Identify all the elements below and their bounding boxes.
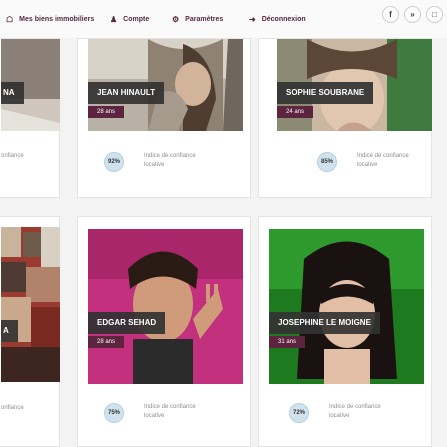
confidence-label: Indice de confiance locative [357, 153, 409, 168]
nav-logout-label: Déconnexion [261, 16, 306, 23]
tenant-name-partial: NA [1, 82, 24, 104]
confidence-badge: 72% [289, 403, 309, 423]
facebook-icon[interactable]: f [382, 6, 399, 23]
tenant-name: JOSEPHINE LE MOIGNE [269, 312, 380, 334]
tenant-card-edgar-sehad[interactable]: EDGAR SEHAD 28 ans 75% Indice de confian… [77, 216, 251, 447]
tenant-name: SOPHIE SOUBRANE [277, 82, 374, 104]
tenant-age: 31 ans [269, 336, 306, 348]
tenant-age: 28 ans [88, 336, 125, 348]
confidence-label: onfiance [1, 405, 24, 411]
tenant-card-partial-1[interactable]: NA onfiance [0, 38, 60, 198]
confidence-badge: 75% [104, 403, 124, 423]
nav-properties-label: Mes biens immobiliers [19, 16, 95, 23]
tenant-photo [88, 229, 243, 384]
tenant-card-josephine-le-moigne[interactable]: JOSEPHINE LE MOIGNE 31 ans 72% Indice de… [258, 216, 432, 447]
tenant-age: 24 ans [277, 106, 314, 118]
home-icon: ☖ [6, 15, 14, 24]
nav-logout[interactable]: ➜ Déconnexion [249, 15, 306, 24]
tenant-card-jean-hinault[interactable]: JEAN HINAULT 28 ans 92% Indice de confia… [77, 38, 251, 198]
confidence-badge: 92% [104, 152, 124, 172]
nav-settings-label: Paramètres [185, 16, 224, 23]
confidence-label: Indice de confiance locative [144, 404, 196, 419]
tenant-name: EDGAR SEHAD [88, 312, 166, 334]
gears-icon: ⚙ [172, 15, 180, 24]
user-icon: ♟ [110, 15, 118, 24]
confidence-label: Indice de confiance locative [329, 404, 381, 419]
tenant-card-sophie-soubrane[interactable]: SOPHIE SOUBRANE 24 ans 85% Indice de con… [258, 38, 432, 198]
confidence-label: onfiance [1, 153, 24, 159]
nav-account-label: Compte [123, 16, 150, 23]
logout-icon: ➜ [249, 15, 256, 24]
top-navigation: ☖ Mes biens immobiliers ♟ Compte ⚙ Param… [0, 0, 447, 38]
tenant-photo [1, 227, 60, 382]
linkedin-icon[interactable]: □ [426, 6, 443, 23]
nav-properties[interactable]: ☖ Mes biens immobiliers [6, 15, 94, 24]
tenant-card-partial-2[interactable]: A onfiance [0, 216, 60, 447]
confidence-badge: 85% [317, 152, 337, 172]
tenant-name: JEAN HINAULT [88, 82, 165, 104]
nav-settings[interactable]: ⚙ Paramètres [172, 15, 223, 24]
tenant-photo [269, 229, 424, 384]
tenant-age: 28 ans [88, 106, 125, 118]
twitter-icon[interactable]: » [404, 6, 421, 23]
nav-account[interactable]: ♟ Compte [110, 15, 149, 24]
confidence-label: Indice de confiance locative [144, 153, 196, 168]
tenant-name-partial: A [1, 320, 18, 342]
